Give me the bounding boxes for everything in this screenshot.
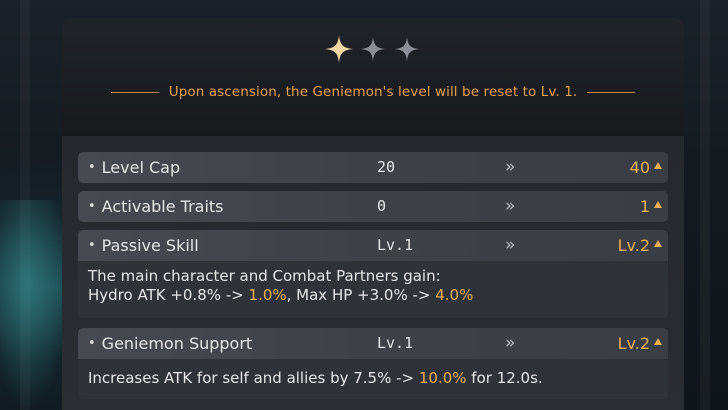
increase-arrow-icon [654,162,662,169]
highlight-value: 4.0% [435,286,474,304]
current-value: 0 [377,197,387,215]
divider [587,91,636,93]
highlight-value: 10.0% [418,369,467,387]
geniemon-support-description: Increases ATK for self and allies by 7.5… [78,359,668,399]
stat-row-geniemon-support: • Geniemon Support Lv.1 » Lv.2 [78,328,668,359]
bullet-icon: • [88,199,96,214]
description-line: The main character and Combat Partners g… [88,267,441,285]
next-value: 1 [639,197,650,216]
next-value: 40 [629,158,650,177]
highlight-value: 1.0% [248,286,287,304]
ascension-notice: Upon ascension, the Geniemon's level wil… [62,84,684,100]
bullet-icon: • [88,238,96,253]
next-value: Lv.2 [617,334,650,353]
increase-arrow-icon [654,338,662,345]
stat-row-level-cap: • Level Cap 20 » 40 [78,152,668,183]
star-empty-icon [361,37,385,61]
next-value: Lv.2 [617,236,650,255]
row-label: Level Cap [101,158,181,177]
background-pillar [700,0,710,410]
passive-skill-description: The main character and Combat Partners g… [78,261,668,318]
ascension-stars [62,34,684,64]
background-foliage [0,200,70,410]
description-line: Increases ATK for self and allies by 7.5… [88,369,543,387]
stat-row-activable-traits: • Activable Traits 0 » 1 [78,191,668,222]
double-chevron-icon: » [505,333,516,353]
row-label: Geniemon Support [101,334,253,353]
row-label: Activable Traits [101,197,224,216]
current-value: Lv.1 [377,236,414,254]
bullet-icon: • [88,336,96,351]
description-line: Hydro ATK +0.8% -> 1.0%, Max HP +3.0% ->… [88,286,474,304]
star-empty-icon [395,37,419,61]
current-value: 20 [377,158,396,176]
stat-row-passive-skill: • Passive Skill Lv.1 » Lv.2 [78,230,668,261]
increase-arrow-icon [654,240,662,247]
current-value: Lv.1 [377,334,414,352]
ascension-panel: Upon ascension, the Geniemon's level wil… [62,18,684,410]
divider [110,91,159,93]
star-filled-icon [325,35,353,63]
row-label: Passive Skill [101,236,199,255]
panel-header: Upon ascension, the Geniemon's level wil… [62,18,684,136]
double-chevron-icon: » [505,157,516,177]
bullet-icon: • [88,160,96,175]
notice-text: Upon ascension, the Geniemon's level wil… [168,84,578,100]
increase-arrow-icon [654,201,662,208]
double-chevron-icon: » [505,235,516,255]
double-chevron-icon: » [505,196,516,216]
